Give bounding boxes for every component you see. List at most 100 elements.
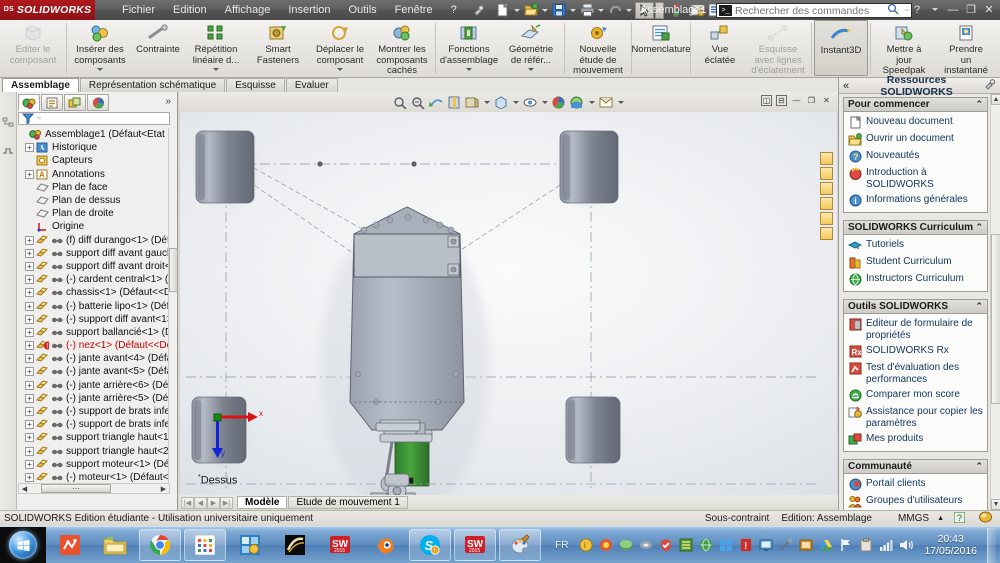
ribbon-button-new-motion-study[interactable]: Nouvelle étude de mouvement (567, 20, 629, 77)
tree-expand-icon[interactable]: + (25, 420, 34, 430)
prev-tab-button[interactable]: ◀ (194, 496, 207, 509)
wifi-stick-icon[interactable] (778, 537, 794, 553)
taskbar-item-explorer[interactable] (94, 529, 136, 561)
tree-expand-icon[interactable]: + (25, 235, 34, 245)
task-pane-link[interactable]: Nouveau document (847, 114, 985, 131)
tree-item[interactable]: + (-) jante arrière<6> (Défau (18, 379, 170, 392)
task-pane-scroll-thumb[interactable] (991, 234, 1000, 404)
tree-expand-icon[interactable]: + (25, 433, 34, 443)
alert-icon[interactable]: ! (738, 537, 754, 553)
green-disc-icon[interactable] (618, 537, 634, 553)
ribbon-button-linear-pattern[interactable]: Répétition linéaire d... (185, 20, 247, 76)
scroll-right-arrow[interactable]: ▶ (158, 484, 169, 493)
appearances-icon[interactable] (552, 95, 567, 110)
tab-evaluer[interactable]: Evaluer (285, 78, 338, 92)
flyout-config-icon[interactable] (2, 144, 16, 160)
display-style-icon[interactable] (494, 95, 509, 110)
new-document-icon[interactable] (495, 2, 512, 19)
taskbar-item-skype[interactable]: S! (409, 529, 451, 561)
save-caret[interactable] (569, 2, 578, 19)
taskbar-item-paint[interactable] (499, 529, 541, 561)
ribbon-button-snapshot[interactable]: Prendre un instantané (935, 20, 997, 77)
open-document-icon[interactable] (523, 2, 540, 19)
collapse-task-pane-icon[interactable]: « (843, 80, 849, 92)
display-manager-tab[interactable] (87, 94, 109, 111)
ribbon-button-bill-of-materials[interactable]: Nomenclature (631, 20, 691, 76)
task-pane-link[interactable]: Editeur de formulaire de propriétés (847, 316, 985, 343)
green-globe-icon[interactable] (698, 537, 714, 553)
collapse-chevron-icon[interactable]: ⌃ (975, 222, 983, 233)
graphics-canvas[interactable]: x y *Dessus (180, 112, 837, 509)
taskbar-item-solidworks-2[interactable]: SW 2015 (454, 529, 496, 561)
tree-expand-icon[interactable]: + (25, 393, 34, 403)
taskbar-item-solidworks-1[interactable]: SW 2015 (319, 529, 361, 561)
split-vertical-button[interactable]: ⊟ (776, 95, 787, 106)
pin-icon[interactable] (984, 78, 996, 93)
flag-icon[interactable] (838, 537, 854, 553)
view-settings-icon[interactable] (599, 95, 614, 110)
ribbon-button-move-component[interactable]: Déplacer le composant (309, 20, 371, 76)
task-pane-link[interactable]: Portail clients (847, 476, 985, 493)
monitor-icon[interactable] (758, 537, 774, 553)
task-pane-link[interactable]: Test d'évaluation des performances (847, 360, 985, 387)
group-header[interactable]: SOLIDWORKS Curriculum ⌃ (844, 221, 987, 235)
appearance-swatch-3-icon[interactable] (820, 182, 833, 195)
tree-item[interactable]: + (f) diff durango<1> (Défau (18, 234, 170, 247)
clock[interactable]: 20:43 17/05/2016 (918, 533, 983, 557)
taskbar-item-blender[interactable] (364, 529, 406, 561)
tree-expand-icon[interactable]: + (25, 275, 34, 285)
tree-item[interactable]: + support ballancié<1> (Déf (18, 326, 170, 339)
tree-expand-icon[interactable]: + (25, 248, 34, 258)
antivirus-icon[interactable] (598, 537, 614, 553)
next-tab-button[interactable]: ▶ (207, 496, 220, 509)
tree-expand-icon[interactable]: + (25, 472, 34, 482)
tree-expand-icon[interactable]: + (25, 314, 34, 324)
tree-item[interactable]: + Historique (18, 141, 170, 154)
question-badge-icon[interactable]: ? (953, 511, 966, 526)
tree-item[interactable]: + (-) cardent central<1> (Dé (18, 273, 170, 286)
ribbon-button-show-hidden-components[interactable]: Montrer les composants cachés (371, 20, 433, 77)
network-bars-icon[interactable] (878, 537, 894, 553)
previous-view-icon[interactable] (429, 95, 444, 110)
task-pane-link[interactable]: ? Nouveautés (847, 148, 985, 165)
task-pane-link[interactable]: Introduction à SOLIDWORKS (847, 165, 985, 192)
motion-study-tab[interactable]: Etude de mouvement 1 (288, 496, 408, 509)
tree-item[interactable]: + chassis<1> (Défaut<<Défa (18, 286, 170, 299)
task-pane-link[interactable]: Rx SOLIDWORKS Rx (847, 343, 985, 360)
scene-caret-icon[interactable] (588, 95, 596, 110)
tree-item[interactable]: + support triangle haut<2> ( (18, 445, 170, 458)
menu-affichage[interactable]: Affichage (216, 1, 280, 19)
minimize-doc-button[interactable]: — (791, 95, 802, 106)
clipboard-icon[interactable] (858, 537, 874, 553)
feature-tree[interactable]: Assemblage1 (Défaut<Etat d' + Historique Ca… (18, 128, 170, 494)
tree-item[interactable]: + support moteur<1> (Défa (18, 458, 170, 471)
shield-check-icon[interactable] (658, 537, 674, 553)
tree-item[interactable]: + (-) support de brats inferie (18, 418, 170, 431)
restore-button[interactable]: ❐ (964, 2, 978, 17)
search-input[interactable] (735, 4, 887, 17)
tree-hscroll-thumb[interactable]: ⋯ (41, 484, 111, 493)
display-style-caret-icon[interactable] (512, 95, 520, 110)
tree-item[interactable]: Plan de dessus (18, 194, 170, 207)
print-caret[interactable] (597, 2, 606, 19)
configuration-manager-tab[interactable] (64, 94, 86, 111)
expand-panel-chevron-icon[interactable]: » (165, 96, 171, 107)
ribbon-dropdown-caret-icon[interactable] (213, 68, 219, 71)
ribbon-button-mate[interactable]: Contrainte (131, 20, 185, 76)
task-pane-scroll-up[interactable]: ▲ (991, 94, 1000, 105)
property-manager-tab[interactable] (41, 94, 63, 111)
open-document-caret[interactable] (541, 2, 550, 19)
tree-expand-icon[interactable]: + (25, 407, 34, 417)
ribbon-button-smart-fasteners[interactable]: Smart Fasteners (247, 20, 309, 76)
ribbon-dropdown-caret-icon[interactable] (466, 68, 472, 71)
tree-scroll-thumb[interactable] (169, 248, 178, 292)
view-orientation-caret-icon[interactable] (483, 95, 491, 110)
last-tab-button[interactable]: ▶| (220, 496, 233, 509)
appearance-swatch-2-icon[interactable] (820, 167, 833, 180)
language-indicator[interactable]: FR (555, 540, 568, 551)
tree-expand-icon[interactable]: + (25, 354, 34, 364)
tree-item[interactable]: + support diff avant gauche (18, 247, 170, 260)
new-document-caret[interactable] (513, 2, 522, 19)
menu-insertion[interactable]: Insertion (279, 1, 339, 19)
ribbon-button-assembly-features[interactable]: Fonctions d'assemblage (438, 20, 500, 76)
